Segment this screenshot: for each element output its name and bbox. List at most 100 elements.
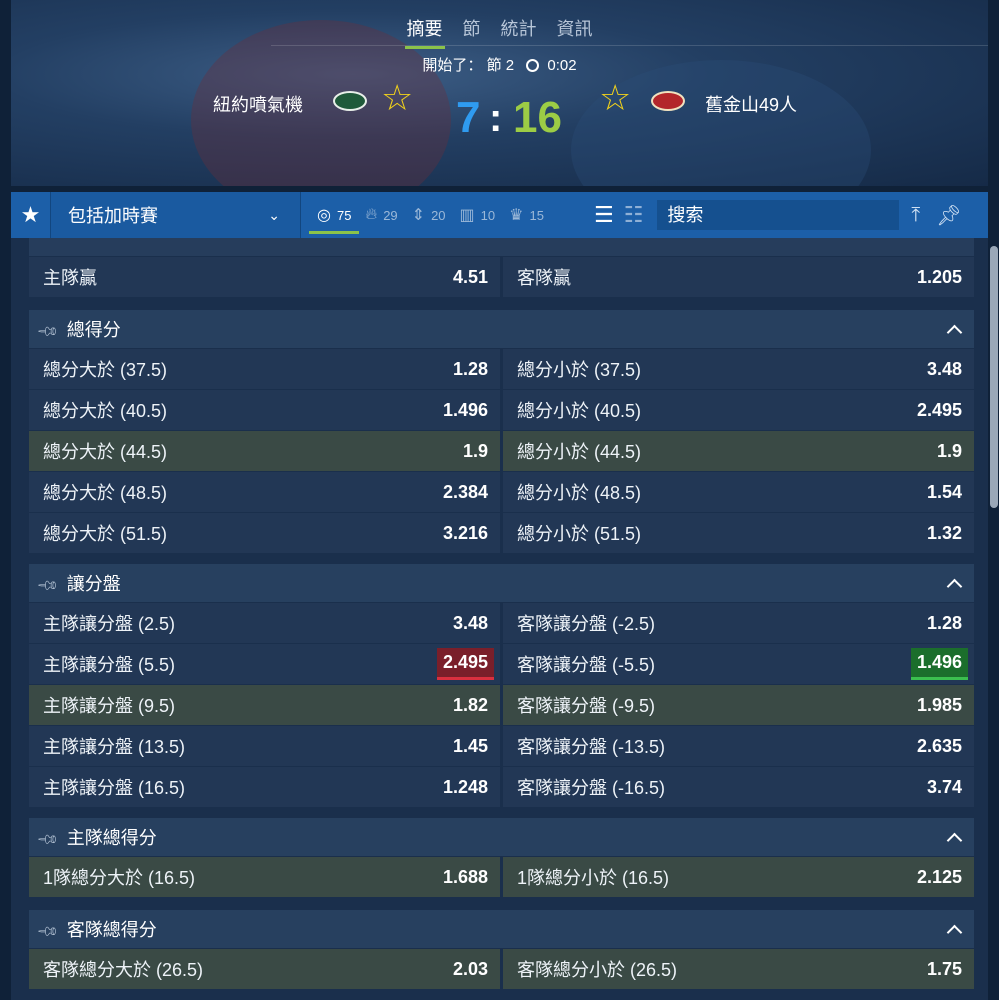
trophy-icon: ♛ [509,207,524,224]
market-row: 主隊讓分盤 (13.5) 1.45 客隊讓分盤 (-13.5) 2.635 [29,726,974,766]
section-header[interactable]: 📌︎ 總得分 [29,310,974,348]
odds-value: 1.496 [442,399,488,420]
market-row: 主隊讓分盤 (2.5) 3.48 客隊讓分盤 (-2.5) 1.28 [29,603,974,643]
search-input[interactable] [657,200,900,230]
filter-totals[interactable]: ▥ 10 [460,192,502,238]
market-match-result: 主隊贏 4.51 客隊贏 1.205 [29,256,974,297]
tab-summary[interactable]: 摘要 [397,15,453,49]
selection-label: 總分大於 (40.5) [43,401,168,421]
odds-cell-over[interactable]: 總分大於 (37.5) 1.28 [29,349,500,389]
odds-value: 3.216 [442,522,488,543]
chevron-up-icon[interactable] [946,578,963,594]
odds-cell-away[interactable]: 客隊讓分盤 (-16.5) 3.74 [503,767,974,807]
market-row: 主隊讓分盤 (5.5) 2.495 客隊讓分盤 (-5.5) 1.496 [29,644,974,684]
odds-value: 1.54 [926,481,962,502]
status-prefix: 開始了： [422,57,483,74]
odds-cell-under[interactable]: 總分小於 (51.5) 1.32 [503,513,974,553]
odds-value: 1.248 [442,776,488,797]
market-filter-counts: ◎ 75 🔥︎ 29 ⇕ 20 ▥ 10 ♛ 15 [301,192,550,238]
odds-value: 1.28 [452,358,488,379]
odds-cell-home[interactable]: 主隊讓分盤 (9.5) 1.82 [29,685,500,725]
odds-value: 2.125 [916,866,962,887]
odds-cell-under[interactable]: 1隊總分小於 (16.5) 2.125 [503,857,974,897]
selection-label: 總分小於 (48.5) [517,483,642,503]
odds-value: 1.9 [462,440,488,461]
pin-icon[interactable]: 📌︎ [36,827,60,852]
count-value: 20 [431,207,446,223]
odds-cell-away[interactable]: 客隊讓分盤 (-13.5) 2.635 [503,726,974,766]
selection-label: 1隊總分小於 (16.5) [517,868,670,888]
odds-cell-away[interactable]: 客隊讓分盤 (-9.5) 1.985 [503,685,974,725]
odds-cell-home[interactable]: 主隊讓分盤 (13.5) 1.45 [29,726,500,766]
odds-cell-over[interactable]: 總分大於 (51.5) 3.216 [29,513,500,553]
odds-cell-away[interactable]: 客隊讓分盤 (-5.5) 1.496 [503,644,974,684]
odds-cell-away[interactable]: 客隊讓分盤 (-2.5) 1.28 [503,603,974,643]
pin-icon[interactable]: 📌︎ [36,319,60,344]
odds-value-raised: 1.496 [910,648,968,680]
odds-value: 4.51 [452,266,488,287]
market-row-main-line: 總分大於 (44.5) 1.9 總分小於 (44.5) 1.9 [29,431,974,471]
target-icon: ◎ [317,207,331,224]
market-row: 總分大於 (37.5) 1.28 總分小於 (37.5) 3.48 [29,349,974,389]
section-header[interactable]: 📌︎ 客隊總得分 [29,910,974,948]
pin-icon[interactable]: 📌︎ [36,919,60,944]
pin-icon[interactable]: 📌︎ [936,203,961,228]
odds-cell-over[interactable]: 1隊總分大於 (16.5) 1.688 [29,857,500,897]
odds-cell-home[interactable]: 主隊讓分盤 (5.5) 2.495 [29,644,500,684]
chevron-up-icon[interactable] [946,924,963,940]
tab-info[interactable]: 資訊 [547,15,603,49]
filter-all-markets[interactable]: ◎ 75 [308,192,360,238]
favorite-star-icon[interactable]: ☆ [599,80,631,116]
list-view-icon[interactable]: ☰ [594,202,614,228]
selection-label: 總分小於 (37.5) [517,360,642,380]
odds-cell-over[interactable]: 總分大於 (40.5) 1.496 [29,390,500,430]
odds-cell-under[interactable]: 客隊總分小於 (26.5) 1.75 [503,949,974,989]
odds-value: 2.03 [452,958,488,979]
chevron-up-icon[interactable] [946,324,963,340]
odds-cell-away[interactable]: 客隊贏 1.205 [503,257,974,297]
odds-cell-home[interactable]: 主隊讓分盤 (16.5) 1.248 [29,767,500,807]
selection-label: 客隊讓分盤 (-9.5) [517,696,656,716]
filter-specials[interactable]: ♛ 15 [509,192,550,238]
favorite-star-icon[interactable]: ☆ [381,80,413,116]
market-home-team-total: 📌︎ 主隊總得分 1隊總分大於 (16.5) 1.688 1隊總分小於 (16.5)… [29,818,974,897]
odds-cell-over[interactable]: 總分大於 (48.5) 2.384 [29,472,500,512]
favorites-star-icon[interactable]: ★ [11,192,51,238]
period-label: 節 2 [486,57,515,74]
section-header[interactable]: 📌︎ 讓分盤 [29,564,974,602]
market-away-team-total: 📌︎ 客隊總得分 客隊總分大於 (26.5) 2.03 客隊總分小於 (26.5) 1… [29,910,974,989]
odds-value: 2.635 [916,735,962,756]
tab-quarters[interactable]: 節 [453,15,491,49]
bars-icon: ▥ [459,207,475,224]
odds-cell-under[interactable]: 總分小於 (48.5) 1.54 [503,472,974,512]
filter-handicap[interactable]: ⇕ 20 [412,192,452,238]
market-handicap: 📌︎ 讓分盤 主隊讓分盤 (2.5) 3.48 客隊讓分盤 (-2.5) 1.28 主… [29,564,974,807]
overtime-select[interactable]: 包括加時賽 ⌄ [51,192,301,238]
odds-cell-under[interactable]: 總分小於 (37.5) 3.48 [503,349,974,389]
section-header[interactable]: 📌︎ 主隊總得分 [29,818,974,856]
grid-view-icon[interactable]: ☷ [624,202,644,228]
section-title: 主隊總得分 [66,828,157,848]
filter-popular[interactable]: 🔥︎ 29 [365,192,403,238]
selection-label: 主隊讓分盤 (16.5) [43,778,186,798]
tab-stats[interactable]: 統計 [491,15,547,49]
selection-label: 客隊總分小於 (26.5) [517,960,678,980]
odds-cell-over[interactable]: 客隊總分大於 (26.5) 2.03 [29,949,500,989]
selection-label: 總分小於 (40.5) [517,401,642,421]
odds-value: 1.205 [916,266,962,287]
chevron-up-icon[interactable] [946,832,963,848]
market-row: 總分大於 (51.5) 3.216 總分小於 (51.5) 1.32 [29,513,974,553]
pin-icon[interactable]: 📌︎ [36,573,60,598]
market-row: 主隊讓分盤 (16.5) 1.248 客隊讓分盤 (-16.5) 3.74 [29,767,974,807]
odds-cell-over[interactable]: 總分大於 (44.5) 1.9 [29,431,500,471]
scrollbar-thumb[interactable] [990,246,998,508]
selection-label: 客隊讓分盤 (-16.5) [517,778,666,798]
odds-value: 1.688 [442,866,488,887]
collapse-all-icon[interactable]: ⤒ [911,204,920,227]
odds-cell-home[interactable]: 主隊讓分盤 (2.5) 3.48 [29,603,500,643]
odds-cell-under[interactable]: 總分小於 (44.5) 1.9 [503,431,974,471]
updown-icon: ⇕ [411,207,426,224]
section-title: 客隊總得分 [66,920,157,940]
odds-cell-home[interactable]: 主隊贏 4.51 [29,257,500,297]
odds-cell-under[interactable]: 總分小於 (40.5) 2.495 [503,390,974,430]
